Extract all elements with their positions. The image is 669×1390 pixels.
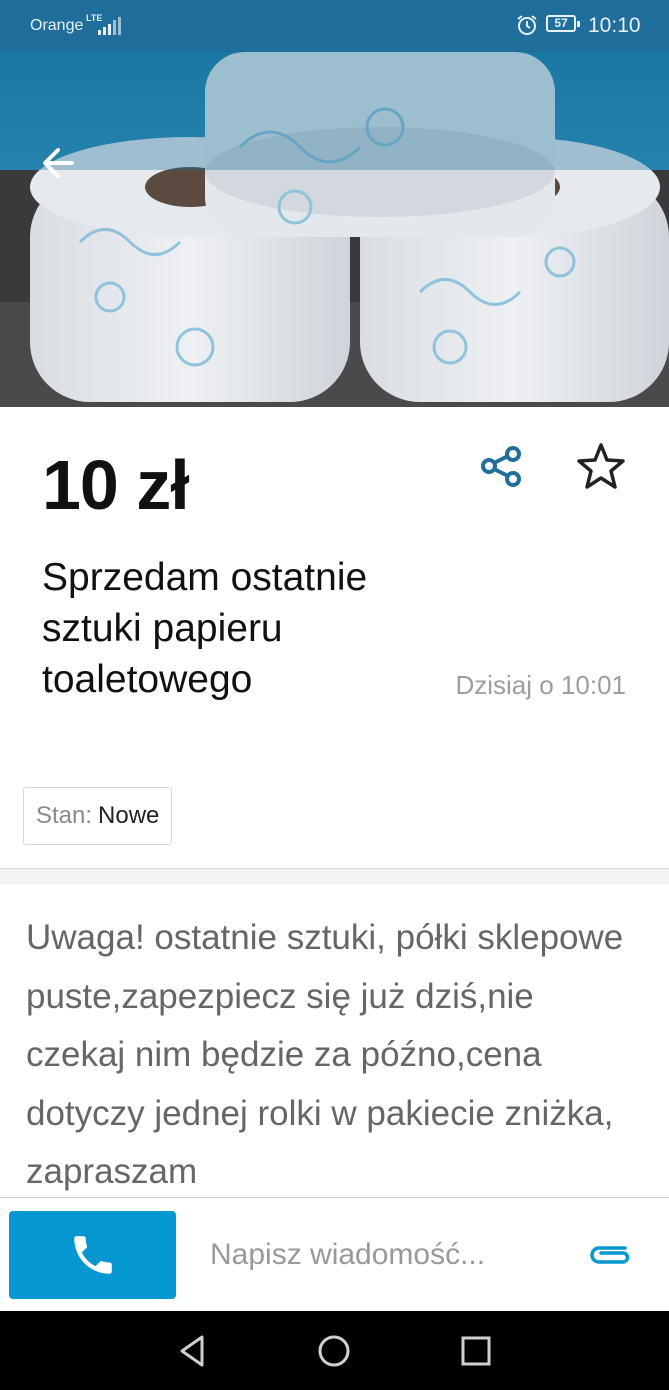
- nav-home-icon[interactable]: [316, 1333, 352, 1369]
- listing-date: Dzisiaj o 10:01: [455, 670, 626, 700]
- attach-button[interactable]: [585, 1240, 635, 1270]
- listing-title: Sprzedam ostatnie sztuki papieru toaleto…: [42, 556, 368, 701]
- price: 10 zł: [42, 446, 190, 524]
- back-arrow-icon: [43, 148, 74, 178]
- signal-icon: [98, 17, 121, 35]
- carrier-name: Orange: [30, 17, 84, 34]
- clock: 10:10: [588, 14, 641, 37]
- call-button[interactable]: [9, 1211, 176, 1299]
- listing-description: Uwaga! ostatnie sztuki, półki sklepowe p…: [26, 918, 624, 1191]
- favorite-button[interactable]: [574, 440, 628, 494]
- message-input[interactable]: [200, 1218, 580, 1292]
- alarm-icon: [517, 15, 537, 35]
- nav-recents-icon[interactable]: [458, 1333, 494, 1369]
- section-divider: [0, 868, 669, 885]
- back-button[interactable]: [30, 137, 86, 189]
- star-icon: [577, 443, 625, 489]
- nav-back-icon[interactable]: [174, 1333, 210, 1369]
- contact-bar: [0, 1197, 669, 1311]
- status-bar: Orange LTE 57 10:10: [0, 0, 669, 52]
- condition-label: Stan:: [36, 802, 93, 829]
- system-nav-bar: [0, 1311, 669, 1390]
- share-button[interactable]: [477, 442, 525, 490]
- condition-value: Nowe: [98, 802, 160, 829]
- phone-icon: [73, 1236, 112, 1274]
- paperclip-icon: [590, 1246, 630, 1264]
- battery-indicator: 57: [546, 15, 580, 32]
- toilet-paper-image: [0, 52, 669, 407]
- listing-photo[interactable]: [0, 52, 669, 407]
- condition-badge: Stan: Nowe: [23, 787, 173, 845]
- share-icon: [481, 446, 521, 487]
